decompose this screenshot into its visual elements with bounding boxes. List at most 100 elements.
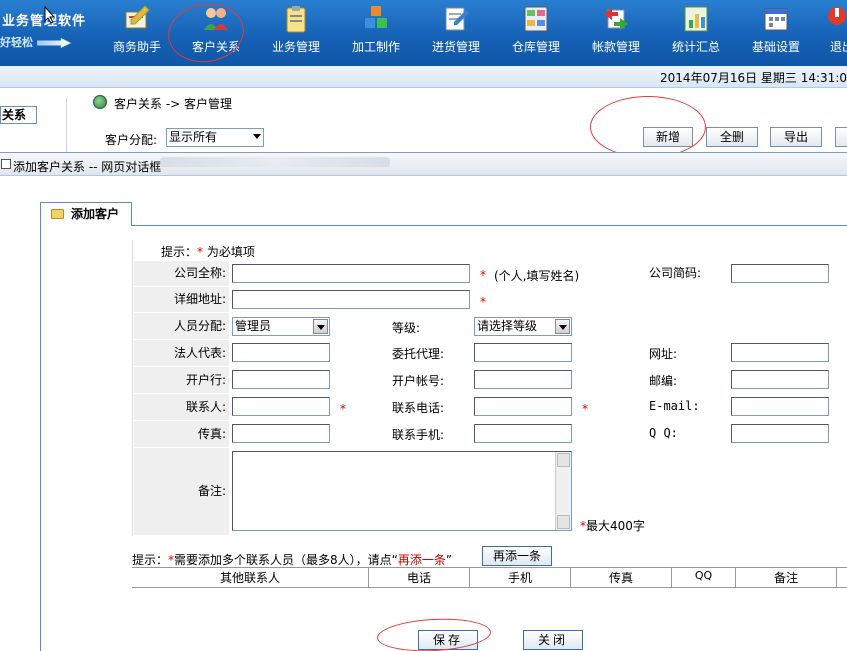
- column-header-fax: 传真: [608, 571, 633, 585]
- required-mark: *: [340, 402, 346, 416]
- phone-input[interactable]: [474, 397, 572, 416]
- legal-rep-input[interactable]: [232, 343, 330, 362]
- dialog-titlebar: 添加客户关系 -- 网页对话框: [0, 152, 847, 176]
- legal-rep-label: 法人代表:: [134, 340, 229, 366]
- form-hint-prefix: 提示：: [161, 245, 198, 259]
- assignee-select[interactable]: 管理员: [232, 317, 330, 336]
- column-header-phone: 电话: [406, 571, 431, 585]
- nav-item-exit[interactable]: 退出: [817, 0, 847, 66]
- nav-label: 进货管理: [431, 40, 480, 54]
- company-name-input[interactable]: [232, 264, 470, 283]
- customer-group-value: 显示所有: [169, 130, 218, 144]
- warehouse-shelf-icon: [524, 6, 548, 32]
- nav-label: 商务助手: [112, 40, 161, 54]
- remark-note-text: 最大400字: [586, 519, 645, 533]
- customer-group-select[interactable]: 显示所有: [166, 128, 264, 147]
- nav-item-purchase[interactable]: 进货管理: [417, 0, 495, 66]
- nav-item-statistics[interactable]: 统计汇总: [657, 0, 735, 66]
- tab-divider: [132, 225, 847, 226]
- close-button[interactable]: 关闭: [523, 630, 583, 650]
- exit-icon: [828, 7, 846, 25]
- email-input[interactable]: [731, 397, 829, 416]
- nav-label: 加工制作: [351, 40, 400, 54]
- blurred-region: [160, 157, 390, 167]
- nav-item-warehouse[interactable]: 仓库管理: [497, 0, 575, 66]
- transfer-arrows-icon: [604, 8, 628, 30]
- calendar-settings-icon: [764, 8, 788, 31]
- phone-label: 联系电话:: [392, 401, 445, 415]
- mobile-label: 联系手机:: [392, 428, 445, 442]
- sidebar-tab[interactable]: 关系: [0, 106, 37, 124]
- cubes-icon: [365, 6, 387, 28]
- nav-item-base-settings[interactable]: 基础设置: [737, 0, 815, 66]
- scroll-up-arrow-icon[interactable]: [557, 453, 570, 467]
- contacts-hint-link: 再添一条: [397, 553, 446, 567]
- nav-item-business-assistant[interactable]: 商务助手: [98, 0, 176, 66]
- qq-input[interactable]: [731, 424, 829, 443]
- breadcrumb: 客户关系 -> 客户管理: [114, 97, 233, 111]
- nav-label: 统计汇总: [671, 40, 720, 54]
- datetime-text: 2014年07月16日 星期三 14:31:0: [660, 71, 847, 85]
- account-input[interactable]: [474, 370, 572, 389]
- chevron-down-icon: [313, 319, 328, 334]
- nav-label: 退出: [830, 40, 847, 54]
- notepad-edit-icon: [445, 7, 469, 31]
- more-button[interactable]: [835, 127, 847, 147]
- agent-label: 委托代理:: [392, 347, 445, 361]
- mobile-input[interactable]: [474, 424, 572, 443]
- form-hint-text: 为必填项: [206, 245, 255, 259]
- customer-group-label: 客户分配:: [105, 133, 158, 147]
- contacts-hint-suffix: ”: [445, 553, 453, 567]
- required-mark: *: [480, 268, 486, 282]
- scrollbar[interactable]: [555, 452, 571, 530]
- required-mark: *: [480, 295, 486, 309]
- contacts-hint-prefix: 提示：: [132, 553, 169, 567]
- postcode-input[interactable]: [731, 370, 829, 389]
- nav-item-accounts[interactable]: 帐款管理: [577, 0, 655, 66]
- bar-chart-icon: [684, 6, 708, 32]
- company-name-note: (个人,填写姓名): [494, 269, 580, 283]
- delete-all-button[interactable]: 全删: [706, 127, 758, 147]
- scroll-down-arrow-icon[interactable]: [557, 515, 570, 529]
- assignee-value: 管理员: [235, 319, 272, 333]
- column-header-mobile: 手机: [507, 571, 532, 585]
- globe-icon: [93, 95, 107, 109]
- remark-textarea[interactable]: [232, 451, 572, 531]
- dialog-title: 添加客户关系 -- 网页对话框: [13, 160, 162, 174]
- mouse-cursor-icon: [44, 6, 56, 24]
- company-name-label: 公司全称:: [134, 261, 229, 286]
- nav-label: 基础设置: [751, 40, 800, 54]
- annotation-oval: [590, 96, 706, 158]
- nav-item-business-management[interactable]: 业务管理: [257, 0, 335, 66]
- nav-label: 业务管理: [271, 40, 320, 54]
- address-input[interactable]: [232, 290, 470, 309]
- nav-label: 仓库管理: [511, 40, 560, 54]
- column-header-contact: 其他联系人: [219, 571, 280, 585]
- export-button[interactable]: 导出: [770, 127, 822, 147]
- level-value: 请选择等级: [477, 319, 538, 333]
- form-hint: 提示：* 为必填项: [161, 243, 255, 260]
- chevron-down-icon: [253, 134, 261, 139]
- contact-input[interactable]: [232, 397, 330, 416]
- add-row-button[interactable]: 再添一条: [482, 546, 552, 566]
- column-header-qq: QQ: [694, 569, 713, 582]
- website-input[interactable]: [731, 343, 829, 362]
- required-mark: *: [582, 402, 588, 416]
- bank-input[interactable]: [232, 370, 330, 389]
- company-code-label: 公司简码:: [649, 266, 702, 280]
- fax-input[interactable]: [232, 424, 330, 443]
- fax-label: 传真:: [134, 421, 229, 447]
- pencil-certificate-icon: [125, 5, 150, 29]
- window-icon: [1, 159, 11, 169]
- nav-item-processing[interactable]: 加工制作: [337, 0, 415, 66]
- contact-label: 联系人:: [134, 394, 229, 420]
- required-mark: *: [197, 245, 204, 259]
- chevron-down-icon: [555, 319, 570, 334]
- level-label: 等级:: [392, 321, 421, 335]
- company-code-input[interactable]: [731, 264, 829, 283]
- status-bar: 2014年07月16日 星期三 14:31:0: [0, 66, 847, 88]
- level-select[interactable]: 请选择等级: [474, 317, 572, 336]
- clipboard-icon: [286, 6, 306, 33]
- contacts-hint: 提示：*需要添加多个联系人员（最多8人），请点“再添一条”: [132, 551, 452, 568]
- agent-input[interactable]: [474, 343, 572, 362]
